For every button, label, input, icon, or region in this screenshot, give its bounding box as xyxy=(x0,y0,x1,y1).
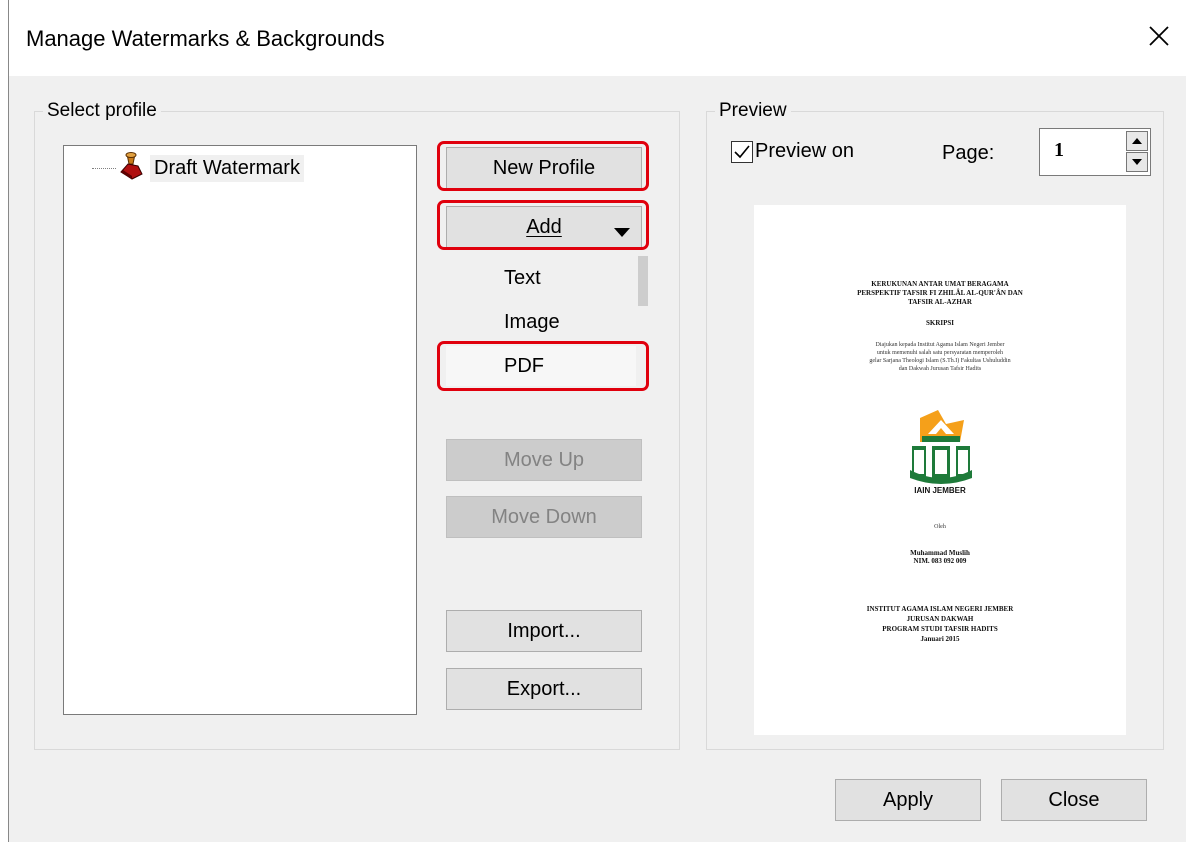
menu-scrollbar[interactable] xyxy=(638,256,648,306)
checkmark-icon xyxy=(734,145,750,159)
arrow-down-icon xyxy=(1132,159,1142,165)
apply-button[interactable]: Apply xyxy=(835,779,981,821)
preview-on-label[interactable]: Preview on xyxy=(755,140,854,163)
title-bar: Manage Watermarks & Backgrounds xyxy=(9,0,1186,76)
chevron-down-icon xyxy=(613,222,631,245)
preview-label: Preview xyxy=(715,99,791,123)
doc-description-line: untuk memenuhi salah satu persyaratan me… xyxy=(876,350,1004,356)
doc-institution-line: JURUSAN DAKWAH xyxy=(906,615,974,623)
doc-title-line: TAFSIR AL-AZHAR xyxy=(908,298,972,306)
doc-description-line: gelar Sarjana Theologi Islam (S.Th.I) Fa… xyxy=(869,358,1011,364)
doc-author-nim: NIM. 083 092 009 xyxy=(913,557,967,565)
dialog-window: Manage Watermarks & Backgrounds Select p… xyxy=(8,0,1186,842)
add-dropdown-menu: Text Image PDF xyxy=(446,252,650,392)
page-number-value[interactable]: 1 xyxy=(1054,139,1064,162)
move-down-button[interactable]: Move Down xyxy=(446,496,642,538)
profile-tree[interactable]: Draft Watermark xyxy=(63,145,417,715)
menu-item-text[interactable]: Text xyxy=(446,258,636,298)
doc-type: SKRIPSI xyxy=(925,319,954,327)
select-profile-label: Select profile xyxy=(43,99,161,123)
add-button-label: Add xyxy=(526,215,562,238)
logo-caption: IAIN JEMBER xyxy=(914,486,966,495)
page-spinner[interactable]: 1 xyxy=(1039,128,1151,176)
menu-item-image[interactable]: Image xyxy=(446,302,636,342)
preview-on-checkbox[interactable] xyxy=(731,141,753,163)
import-button[interactable]: Import... xyxy=(446,610,642,652)
spin-up-button[interactable] xyxy=(1126,131,1148,151)
doc-institution-line: PROGRAM STUDI TAFSIR HADITS xyxy=(882,625,998,633)
move-up-button[interactable]: Move Up xyxy=(446,439,642,481)
doc-description-line: dan Dakwah Jurusan Tafsir Hadits xyxy=(898,366,982,372)
tree-connector xyxy=(92,167,116,169)
stamp-icon xyxy=(118,151,144,185)
close-button[interactable]: Close xyxy=(1001,779,1147,821)
doc-by-label: Oleh xyxy=(934,524,946,530)
new-profile-button[interactable]: New Profile xyxy=(446,147,642,189)
spin-down-button[interactable] xyxy=(1126,152,1148,172)
doc-institution-line: Januari 2015 xyxy=(920,635,960,643)
close-icon[interactable] xyxy=(1145,22,1173,50)
doc-title-line: KERUKUNAN ANTAR UMAT BERAGAMA xyxy=(871,280,1009,288)
export-button[interactable]: Export... xyxy=(446,668,642,710)
tree-item-draft-watermark[interactable]: Draft Watermark xyxy=(92,151,304,185)
doc-description-line: Diajukan kepada Institut Agama Islam Neg… xyxy=(875,342,1005,348)
preview-page: KERUKUNAN ANTAR UMAT BERAGAMA PERSPEKTIF… xyxy=(754,205,1126,735)
menu-item-pdf[interactable]: PDF xyxy=(446,346,636,386)
iain-logo xyxy=(906,410,976,485)
page-label: Page: xyxy=(942,142,995,164)
doc-institution-line: INSTITUT AGAMA ISLAM NEGERI JEMBER xyxy=(866,605,1014,613)
doc-title-line: PERSPEKTIF TAFSIR FI ZHILÂL AL-QUR'ÂN DA… xyxy=(857,289,1023,297)
add-dropdown-button[interactable]: Add xyxy=(446,206,642,248)
arrow-up-icon xyxy=(1132,138,1142,144)
dialog-title: Manage Watermarks & Backgrounds xyxy=(26,26,385,51)
tree-item-label: Draft Watermark xyxy=(150,154,304,182)
